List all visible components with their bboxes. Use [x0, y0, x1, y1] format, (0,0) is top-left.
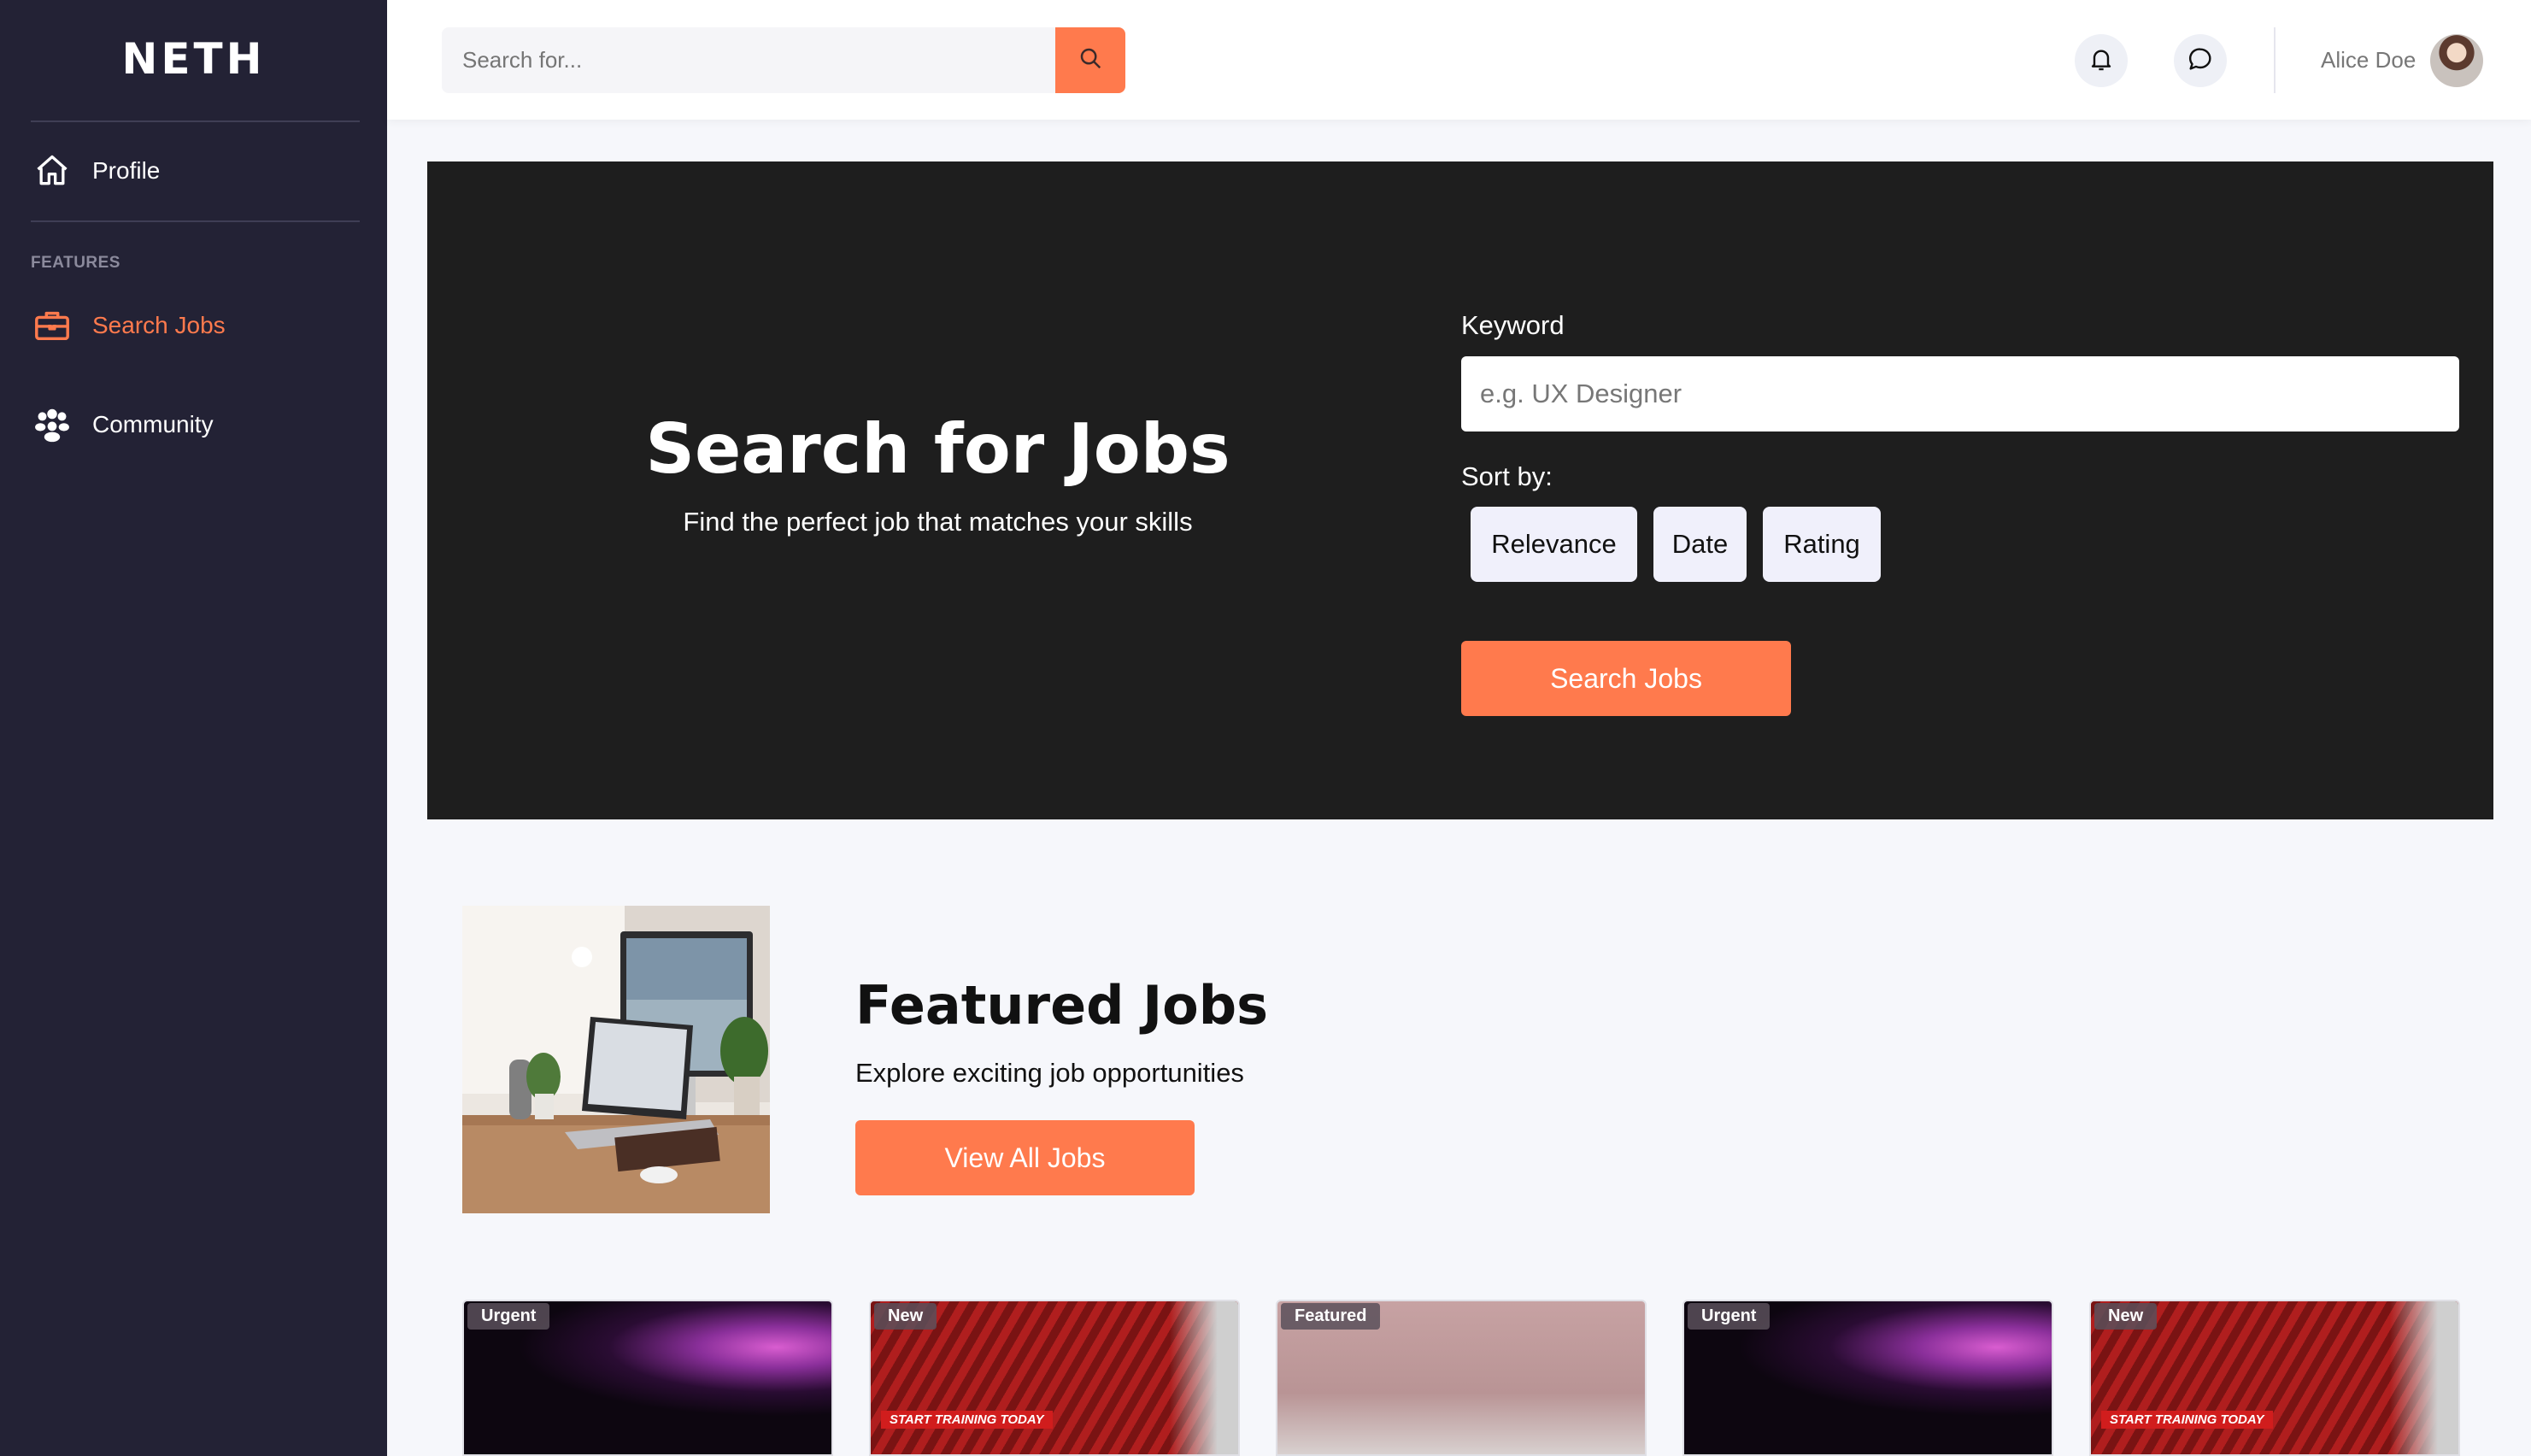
user-name[interactable]: Alice Doe	[2321, 47, 2416, 73]
messages-button[interactable]	[2174, 34, 2227, 87]
sidebar-divider	[31, 120, 360, 122]
brand-logo[interactable]: NETH	[0, 34, 387, 84]
card-caption: START TRAINING TODAY	[2101, 1411, 2273, 1429]
search-jobs-button[interactable]: Search Jobs	[1461, 641, 1791, 716]
featured-subtitle: Explore exciting job opportunities	[855, 1058, 1244, 1088]
home-icon	[31, 150, 73, 192]
search-button[interactable]	[1055, 27, 1125, 93]
job-card[interactable]: New START TRAINING TODAY	[869, 1300, 1240, 1456]
briefcase-icon	[31, 304, 73, 347]
sort-label: Sort by:	[1461, 461, 1553, 491]
notifications-button[interactable]	[2075, 34, 2128, 87]
section-label: FEATURES	[31, 254, 120, 272]
keyword-label: Keyword	[1461, 310, 1565, 340]
sidebar-item-search-jobs[interactable]: Search Jobs	[31, 300, 226, 351]
sidebar: NETH Profile FEATURES Search Jobs Commun…	[0, 0, 387, 1456]
sidebar-divider	[31, 220, 360, 222]
job-card[interactable]: Featured	[1276, 1300, 1647, 1456]
top-bar: Alice Doe	[387, 0, 2531, 120]
bell-icon	[2088, 45, 2115, 77]
keyword-input[interactable]	[1461, 356, 2459, 432]
sort-relevance-button[interactable]: Relevance	[1471, 507, 1637, 582]
sidebar-item-label: Community	[92, 411, 214, 437]
sort-date-button[interactable]: Date	[1653, 507, 1747, 582]
avatar[interactable]	[2430, 34, 2483, 87]
status-badge: Urgent	[467, 1303, 550, 1330]
sort-rating-button[interactable]: Rating	[1763, 507, 1881, 582]
job-card[interactable]: Urgent	[1682, 1300, 2053, 1456]
users-icon	[31, 403, 73, 446]
status-badge: Urgent	[1688, 1303, 1771, 1330]
job-card[interactable]: New START TRAINING TODAY	[2089, 1300, 2460, 1456]
job-card[interactable]: Urgent	[462, 1300, 833, 1456]
sidebar-item-label: Search Jobs	[92, 312, 226, 338]
chat-icon	[2187, 45, 2214, 77]
search-input[interactable]	[442, 27, 1057, 93]
global-search	[442, 27, 1057, 93]
header-divider	[2274, 27, 2276, 93]
status-badge: New	[2094, 1303, 2158, 1330]
featured-title: Featured Jobs	[855, 974, 1269, 1036]
featured-jobs-image	[462, 906, 770, 1213]
status-badge: New	[874, 1303, 937, 1330]
view-all-jobs-button[interactable]: View All Jobs	[855, 1120, 1195, 1195]
sidebar-item-community[interactable]: Community	[31, 399, 214, 450]
sidebar-item-profile[interactable]: Profile	[31, 145, 160, 197]
sidebar-item-label: Profile	[92, 157, 161, 184]
card-caption: START TRAINING TODAY	[881, 1411, 1053, 1429]
job-search-hero: Search for Jobs Find the perfect job tha…	[427, 161, 2493, 819]
hero-subtitle: Find the perfect job that matches your s…	[683, 507, 1193, 537]
hero-title: Search for Jobs	[645, 409, 1230, 489]
search-icon	[1078, 45, 1103, 75]
status-badge: Featured	[1281, 1303, 1381, 1330]
